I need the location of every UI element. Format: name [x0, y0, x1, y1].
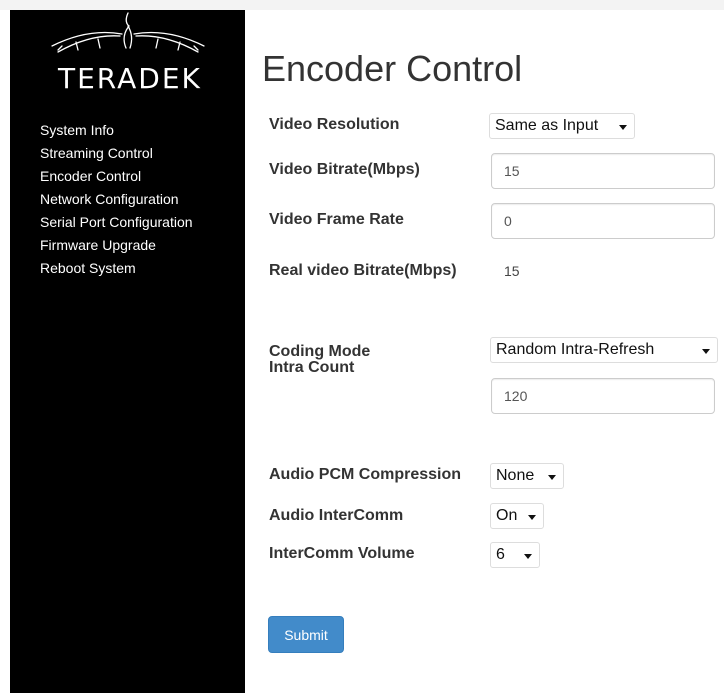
chevron-down-icon — [619, 125, 627, 130]
intercomm-volume-value: 6 — [496, 546, 505, 563]
real-video-bitrate-label: Real video Bitrate(Mbps) — [269, 262, 457, 279]
top-bar — [0, 0, 724, 10]
audio-pcm-compression-value: None — [496, 467, 535, 484]
audio-intercomm-label: Audio InterComm — [269, 507, 404, 524]
audio-pcm-compression-label: Audio PCM Compression — [269, 466, 462, 483]
submit-button[interactable]: Submit — [268, 616, 344, 653]
sidebar-item-firmware-upgrade[interactable]: Firmware Upgrade — [40, 234, 193, 257]
sidebar-item-streaming-control[interactable]: Streaming Control — [40, 142, 193, 165]
intra-count-label: Intra Count — [269, 359, 355, 376]
intercomm-volume-select[interactable]: 6 — [490, 542, 540, 568]
audio-intercomm-select[interactable]: On — [490, 503, 544, 529]
video-bitrate-input[interactable] — [491, 153, 715, 189]
video-frame-rate-label: Video Frame Rate — [269, 211, 404, 228]
chevron-down-icon — [548, 475, 556, 480]
video-resolution-select[interactable]: Same as Input — [489, 113, 635, 139]
coding-mode-value: Random Intra-Refresh — [496, 341, 655, 358]
video-bitrate-label: Video Bitrate(Mbps) — [269, 161, 420, 178]
sidebar-nav: System Info Streaming Control Encoder Co… — [40, 119, 193, 280]
chevron-down-icon — [524, 554, 532, 559]
intra-count-input[interactable] — [491, 378, 715, 414]
teradek-logo: TERADEK — [48, 12, 228, 102]
chevron-down-icon — [528, 515, 536, 520]
chevron-down-icon — [702, 349, 710, 354]
audio-intercomm-value: On — [496, 507, 518, 524]
coding-mode-select[interactable]: Random Intra-Refresh — [490, 337, 718, 363]
video-frame-rate-input[interactable] — [491, 203, 715, 239]
sidebar-item-system-info[interactable]: System Info — [40, 119, 193, 142]
real-video-bitrate-value: 15 — [504, 263, 520, 279]
sidebar-item-network-configuration[interactable]: Network Configuration — [40, 188, 193, 211]
sidebar-item-encoder-control[interactable]: Encoder Control — [40, 165, 193, 188]
audio-pcm-compression-select[interactable]: None — [490, 463, 564, 489]
intercomm-volume-label: InterComm Volume — [269, 545, 415, 562]
sidebar: TERADEK System Info Streaming Control En… — [10, 10, 245, 693]
sidebar-item-reboot-system[interactable]: Reboot System — [40, 257, 193, 280]
sidebar-item-serial-port-configuration[interactable]: Serial Port Configuration — [40, 211, 193, 234]
logo-wordmark: TERADEK — [58, 62, 202, 95]
page-title: Encoder Control — [262, 48, 523, 89]
video-resolution-value: Same as Input — [495, 117, 599, 134]
video-resolution-label: Video Resolution — [269, 116, 400, 133]
